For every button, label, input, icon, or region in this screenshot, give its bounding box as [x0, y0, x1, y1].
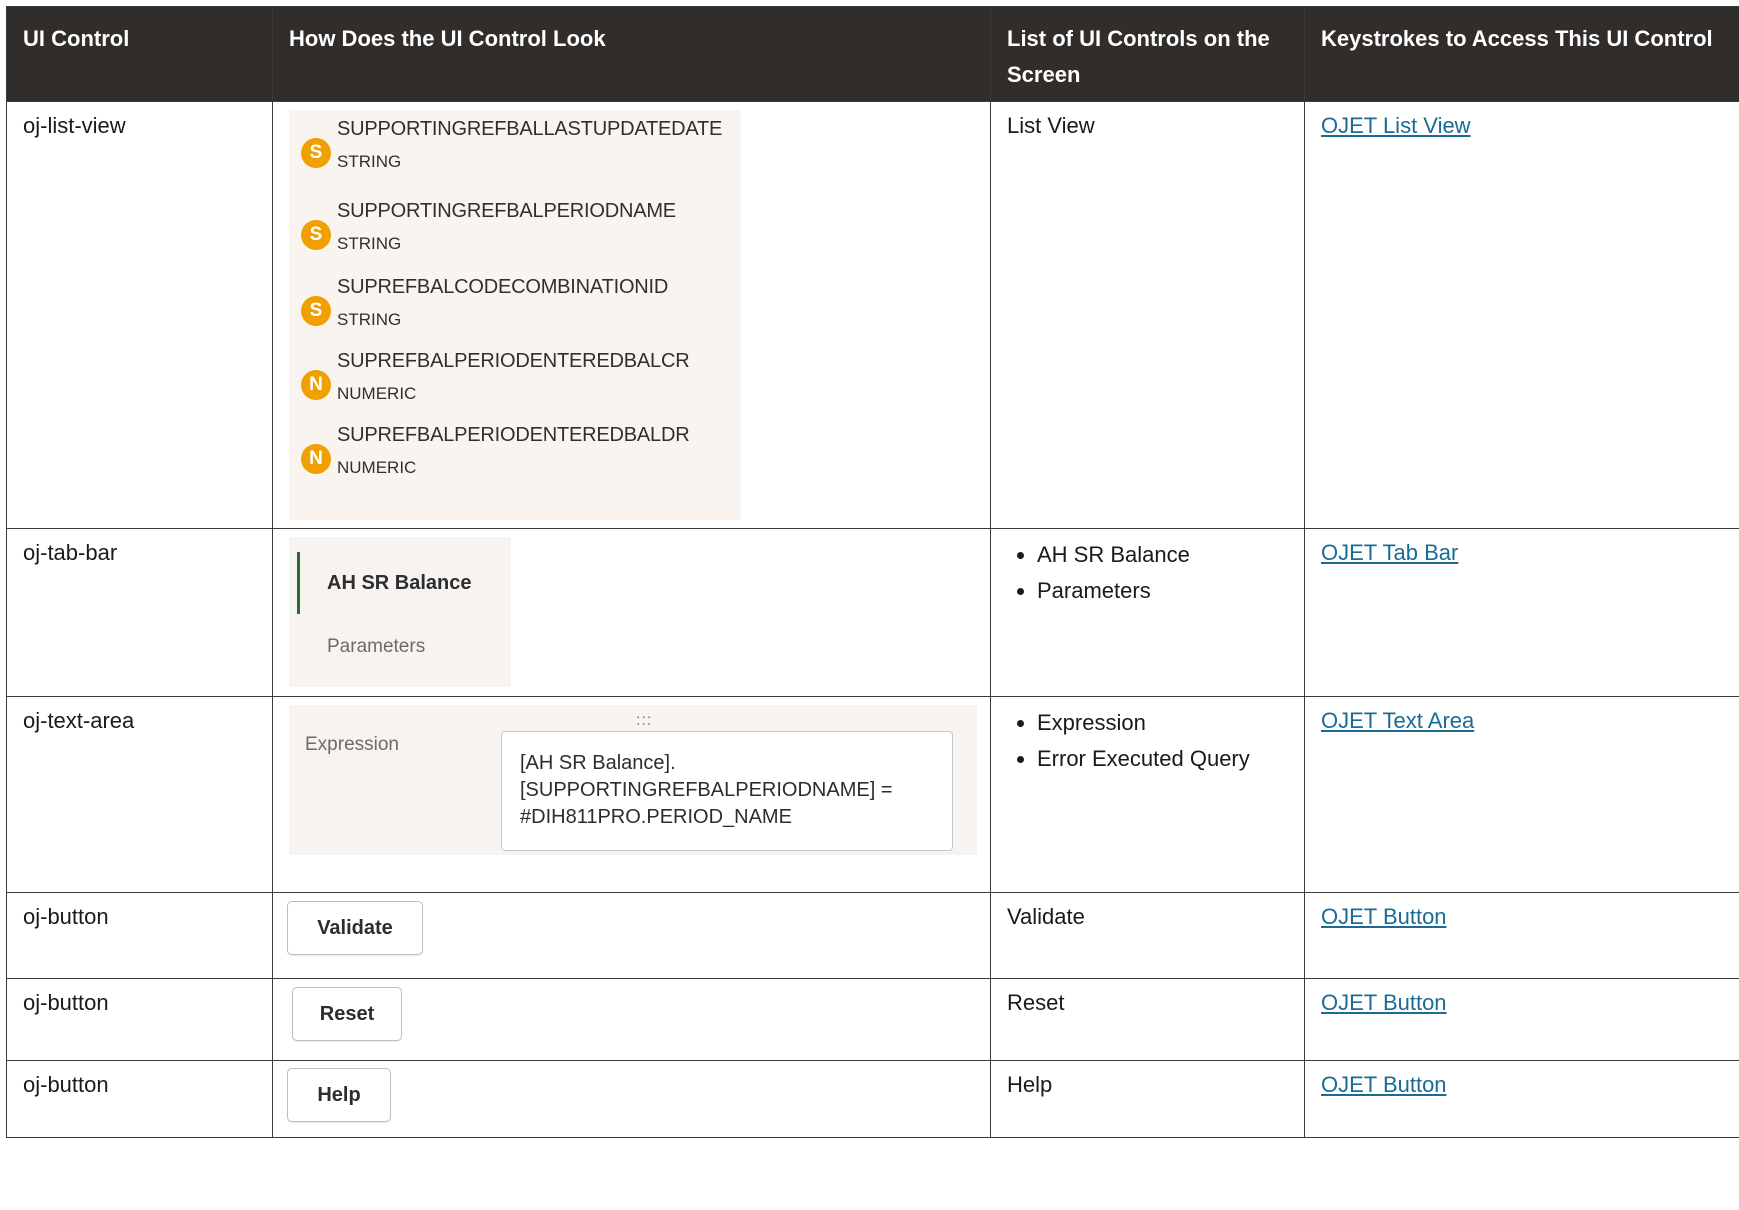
keystrokes-cell: OJET Button	[1304, 978, 1739, 1061]
keystrokes-cell: OJET List View	[1304, 101, 1739, 529]
controls-bullet-list: AH SR Balance Parameters	[1007, 537, 1288, 609]
table-row: oj-tab-bar AH SR Balance Parameters AH S…	[6, 528, 1739, 697]
header-ui-control: UI Control	[6, 6, 273, 102]
keystrokes-cell: OJET Button	[1304, 892, 1739, 979]
table-row: oj-button Validate Validate OJET Button	[6, 892, 1739, 979]
control-name: oj-list-view	[6, 101, 273, 529]
numeric-type-badge: N	[301, 370, 331, 400]
list-item: Error Executed Query	[1037, 741, 1288, 777]
string-type-badge: S	[301, 138, 331, 168]
keystrokes-cell: OJET Tab Bar	[1304, 528, 1739, 697]
list-item-type: NUMERIC	[337, 384, 417, 403]
controls-list-cell: List View	[990, 101, 1305, 529]
control-name: oj-button	[6, 1060, 273, 1138]
table-row: oj-list-view S SUPPORTINGREFBALLASTUPDAT…	[6, 101, 1739, 529]
table-row: oj-text-area ::: Expression [AH SR Balan…	[6, 696, 1739, 893]
ojet-tab-bar-link[interactable]: OJET Tab Bar	[1321, 540, 1458, 565]
string-type-badge: S	[301, 296, 331, 326]
controls-bullet-list: Expression Error Executed Query	[1007, 705, 1288, 777]
list-item-name: SUPPORTINGREFBALLASTUPDATEDATE	[337, 118, 723, 140]
validate-button[interactable]: Validate	[287, 901, 423, 955]
header-row: UI Control How Does the UI Control Look …	[6, 6, 1739, 102]
look-cell: AH SR Balance Parameters	[272, 528, 991, 697]
controls-list-cell: Reset	[990, 978, 1305, 1061]
list-item-type: STRING	[337, 152, 402, 171]
ojet-button-link[interactable]: OJET Button	[1321, 990, 1447, 1015]
look-cell: Help	[272, 1060, 991, 1138]
table-row: oj-button Reset Reset OJET Button	[6, 978, 1739, 1061]
list-item[interactable]: S SUPPORTINGREFBALLASTUPDATEDATE STRING	[289, 112, 741, 194]
keystrokes-cell: OJET Button	[1304, 1060, 1739, 1138]
control-name: oj-button	[6, 978, 273, 1061]
list-item-type: STRING	[337, 310, 402, 329]
list-item: Expression	[1037, 705, 1288, 741]
list-item-name: SUPREFBALPERIODENTEREDBALCR	[337, 350, 690, 372]
tab-ah-sr-balance[interactable]: AH SR Balance	[327, 567, 472, 599]
list-item-type: NUMERIC	[337, 458, 417, 477]
controls-list-cell: Validate	[990, 892, 1305, 979]
ojet-button-link[interactable]: OJET Button	[1321, 904, 1447, 929]
list-item[interactable]: N SUPREFBALPERIODENTEREDBALDR NUMERIC	[289, 418, 741, 500]
controls-list-cell: Help	[990, 1060, 1305, 1138]
help-button[interactable]: Help	[287, 1068, 391, 1122]
list-item-name: SUPREFBALPERIODENTEREDBALDR	[337, 424, 690, 446]
header-controls-list: List of UI Controls on the Screen	[990, 6, 1305, 102]
list-item[interactable]: S SUPREFBALCODECOMBINATIONID STRING	[289, 270, 741, 344]
list-item: Parameters	[1037, 573, 1288, 609]
expression-label: Expression	[305, 734, 399, 755]
expression-line: #DIH811PRO.PERIOD_NAME	[520, 806, 792, 828]
look-cell: S SUPPORTINGREFBALLASTUPDATEDATE STRING …	[272, 101, 991, 529]
look-cell: ::: Expression [AH SR Balance]. [SUPPORT…	[272, 696, 991, 893]
list-item-name: SUPREFBALCODECOMBINATIONID	[337, 276, 669, 298]
expression-line: [AH SR Balance].	[520, 752, 676, 774]
string-type-badge: S	[301, 220, 331, 250]
text-area-preview: ::: Expression [AH SR Balance]. [SUPPORT…	[289, 705, 977, 855]
controls-list-cell: Expression Error Executed Query	[990, 696, 1305, 893]
ui-controls-table: UI Control How Does the UI Control Look …	[6, 6, 1739, 1138]
list-item[interactable]: S SUPPORTINGREFBALPERIODNAME STRING	[289, 194, 741, 270]
list-item-type: STRING	[337, 234, 402, 253]
control-name: oj-button	[6, 892, 273, 979]
selected-tab-indicator	[297, 552, 300, 614]
control-name: oj-tab-bar	[6, 528, 273, 697]
table-row: oj-button Help Help OJET Button	[6, 1060, 1739, 1138]
list-view-preview: S SUPPORTINGREFBALLASTUPDATEDATE STRING …	[289, 110, 741, 520]
ojet-list-view-link[interactable]: OJET List View	[1321, 113, 1471, 138]
header-look: How Does the UI Control Look	[272, 6, 991, 102]
controls-list-cell: AH SR Balance Parameters	[990, 528, 1305, 697]
reset-button[interactable]: Reset	[292, 987, 402, 1041]
control-name: oj-text-area	[6, 696, 273, 893]
header-keystrokes: Keystrokes to Access This UI Control	[1304, 6, 1739, 102]
list-item: AH SR Balance	[1037, 537, 1288, 573]
look-cell: Validate	[272, 892, 991, 979]
tab-bar-preview: AH SR Balance Parameters	[289, 537, 511, 687]
list-item-name: SUPPORTINGREFBALPERIODNAME	[337, 200, 676, 222]
tab-parameters[interactable]: Parameters	[327, 631, 425, 663]
look-cell: Reset	[272, 978, 991, 1061]
keystrokes-cell: OJET Text Area	[1304, 696, 1739, 893]
expression-line: [SUPPORTINGREFBALPERIODNAME] =	[520, 779, 893, 801]
ojet-text-area-link[interactable]: OJET Text Area	[1321, 708, 1474, 733]
list-item[interactable]: N SUPREFBALPERIODENTEREDBALCR NUMERIC	[289, 344, 741, 418]
numeric-type-badge: N	[301, 444, 331, 474]
expression-textarea[interactable]: [AH SR Balance]. [SUPPORTINGREFBALPERIOD…	[501, 731, 953, 851]
ojet-button-link[interactable]: OJET Button	[1321, 1072, 1447, 1097]
